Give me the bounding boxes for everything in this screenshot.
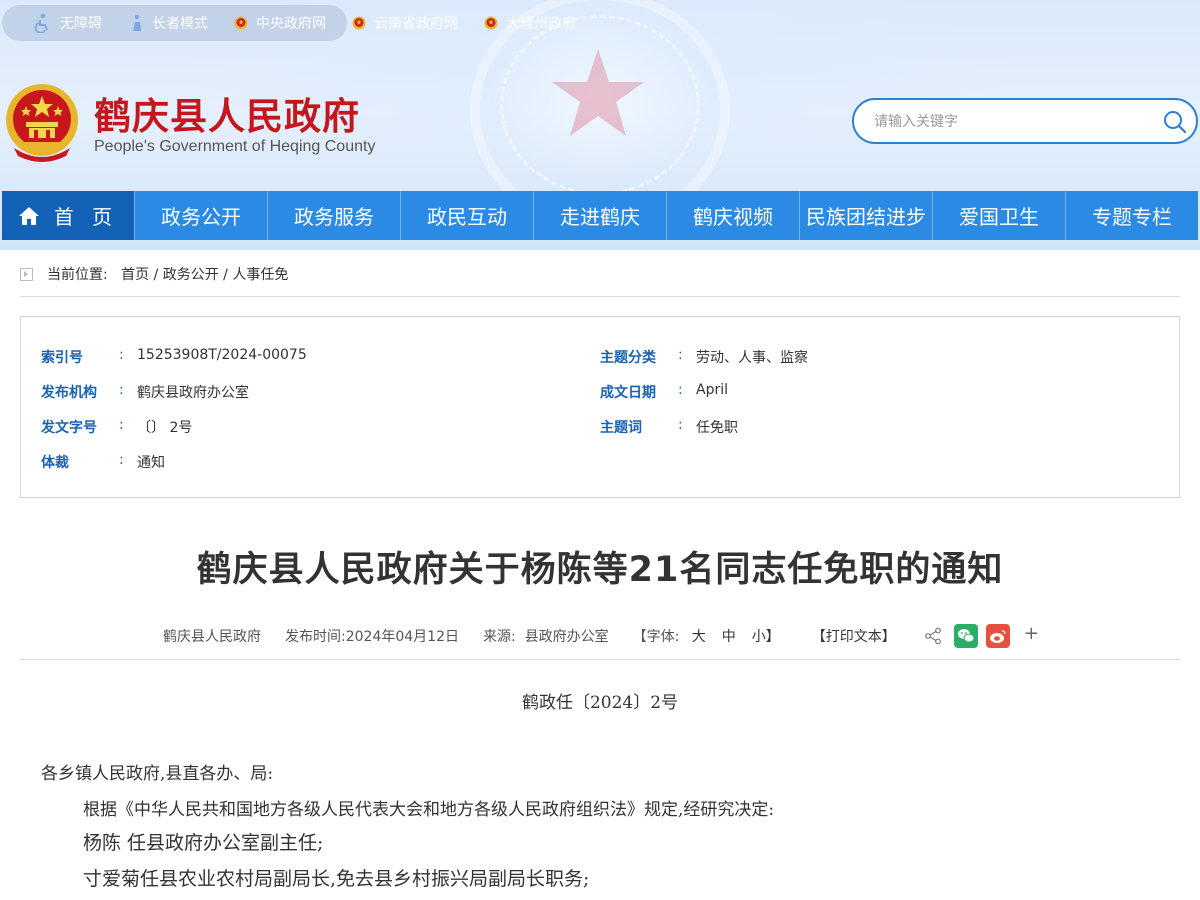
elder-mode-icon <box>133 14 141 31</box>
more-share-button[interactable]: + <box>1024 623 1039 644</box>
accessibility-link[interactable]: 无障碍 <box>34 13 102 33</box>
national-emblem-icon <box>352 16 366 30</box>
article-source: 来源: 县政府办公室 <box>483 626 609 646</box>
meta-colon: : <box>119 452 124 468</box>
yunnan-gov-label: 云南省政府网 <box>374 16 458 32</box>
meta-org-value: 鹤庆县政府办公室 <box>137 385 249 401</box>
print-button[interactable]: 【打印文本】 <box>812 626 896 646</box>
article-intro: 根据《中华人民共和国地方各级人民代表大会和地方各级人民政府组织法》规定,经研究决… <box>83 800 775 820</box>
article-line-1: 杨陈 任县政府办公室副主任; <box>83 832 324 854</box>
elder-mode-label: 长者模式 <box>152 16 208 32</box>
dali-gov-label: 大理州政府 <box>506 16 576 32</box>
background-star-icon <box>552 49 644 136</box>
topbar-links: 无障碍 长者模式 中央政府网 云南省政府网 大理州政府 <box>34 13 602 33</box>
share-icon[interactable] <box>924 627 942 645</box>
meta-genre: 体裁 : 通知 <box>41 452 165 472</box>
weibo-share-button[interactable] <box>985 624 1010 648</box>
search-input[interactable] <box>872 110 1146 134</box>
meta-keyword: 主题词 : 任免职 <box>600 417 738 437</box>
dali-gov-link[interactable]: 大理州政府 <box>484 13 576 33</box>
article-divider <box>20 659 1180 660</box>
site-title: 鹤庆县人民政府 <box>94 94 360 138</box>
article-line-2: 寸爱菊任县农业农村局副局长,免去县乡村振兴局副局长职务; <box>83 868 590 890</box>
weibo-icon <box>989 630 1006 643</box>
meta-date: 成文日期 : April <box>600 382 728 402</box>
central-gov-link[interactable]: 中央政府网 <box>234 13 326 33</box>
article-publisher: 鹤庆县人民政府 <box>163 629 261 645</box>
nav-item-about-heqing[interactable]: 走进鹤庆 <box>533 191 666 240</box>
meta-org-label: 发布机构 <box>41 385 97 401</box>
meta-genre-value: 通知 <box>137 455 165 471</box>
nav-item-patriotic-health[interactable]: 爱国卫生 <box>932 191 1065 240</box>
nav-item-ethnic-unity[interactable]: 民族团结进步 <box>799 191 932 240</box>
search-bar <box>852 98 1198 144</box>
font-size-switcher: 【字体: 大中小】 <box>633 626 788 646</box>
document-meta-box: 索引号 : 15253908T/2024-00075 主题分类 : 劳动、人事、… <box>20 316 1180 498</box>
meta-index-value: 15253908T/2024-00075 <box>137 347 307 363</box>
accessibility-label: 无障碍 <box>60 16 102 32</box>
meta-docno: 发文字号 : 〔〕 2号 <box>41 417 192 437</box>
article-publish-time: 发布时间:2024年04月12日 <box>285 629 459 645</box>
article-source-label: 来源: <box>482 629 516 645</box>
meta-org: 发布机构 : 鹤庆县政府办公室 <box>41 382 249 402</box>
font-size-medium[interactable]: 中 <box>722 629 736 645</box>
elder-mode-link[interactable]: 长者模式 <box>128 13 208 33</box>
nav-home-label: 首 页 <box>53 205 119 229</box>
national-emblem-icon <box>484 16 498 30</box>
breadcrumb-home[interactable]: 首页 <box>121 267 149 283</box>
meta-topic: 主题分类 : 劳动、人事、监察 <box>600 347 808 367</box>
search-icon[interactable] <box>1162 109 1188 135</box>
font-size-label: 【字体: <box>632 629 680 645</box>
meta-genre-label: 体裁 <box>41 455 69 471</box>
national-emblem-logo[interactable] <box>4 82 80 164</box>
nav-item-gov-affairs-open[interactable]: 政务公开 <box>134 191 267 240</box>
nav-item-gov-services[interactable]: 政务服务 <box>267 191 400 240</box>
meta-colon: : <box>678 347 683 363</box>
meta-keyword-label: 主题词 <box>600 420 642 436</box>
breadcrumb-separator: / <box>153 267 159 283</box>
meta-colon: : <box>678 382 683 398</box>
meta-index-label: 索引号 <box>41 350 83 366</box>
meta-colon: : <box>119 417 124 433</box>
meta-colon: : <box>119 382 124 398</box>
article-info-bar: 鹤庆县人民政府 发布时间:2024年04月12日 来源: 县政府办公室 【字体:… <box>163 623 1039 648</box>
site-subtitle: People's Government of Heqing County <box>94 138 376 155</box>
article-salutation: 各乡镇人民政府,县直各办、局: <box>41 764 274 784</box>
nav-home[interactable]: 首 页 <box>2 191 134 240</box>
home-icon <box>18 206 39 225</box>
yunnan-gov-link[interactable]: 云南省政府网 <box>352 13 458 33</box>
meta-docno-label: 发文字号 <box>41 420 97 436</box>
font-size-large[interactable]: 大 <box>692 629 706 645</box>
breadcrumb: 当前位置: 首页 / 政务公开 / 人事任免 <box>20 262 1180 297</box>
breadcrumb-personnel[interactable]: 人事任免 <box>232 267 288 283</box>
breadcrumb-separator: / <box>223 267 228 283</box>
nav-item-interaction[interactable]: 政民互动 <box>400 191 533 240</box>
nav-item-special-topics[interactable]: 专题专栏 <box>1065 191 1198 240</box>
breadcrumb-prefix: 当前位置: <box>47 267 108 283</box>
doc-number: 鹤政任〔2024〕2号 <box>521 693 679 713</box>
nav-item-video[interactable]: 鹤庆视频 <box>666 191 799 240</box>
breadcrumb-gov-open[interactable]: 政务公开 <box>163 267 219 283</box>
meta-topic-value: 劳动、人事、监察 <box>696 350 808 366</box>
breadcrumb-links: 当前位置: 首页 / 政务公开 / 人事任免 <box>47 264 288 284</box>
meta-index: 索引号 : 15253908T/2024-00075 <box>41 347 307 367</box>
accessibility-icon <box>34 13 48 33</box>
national-emblem-icon <box>234 16 248 30</box>
meta-colon: : <box>678 417 683 433</box>
meta-topic-label: 主题分类 <box>600 350 656 366</box>
article-title: 鹤庆县人民政府关于杨陈等21名同志任免职的通知 <box>196 550 1004 590</box>
main-nav: 首 页 政务公开 政务服务 政民互动 走进鹤庆 鹤庆视频 民族团结进步 爱国卫生… <box>2 191 1198 240</box>
meta-date-value: April <box>696 382 728 398</box>
font-size-small[interactable]: 小】 <box>752 629 780 645</box>
breadcrumb-arrow-icon <box>20 267 33 281</box>
wechat-share-button[interactable] <box>953 624 978 648</box>
meta-date-label: 成文日期 <box>600 385 656 401</box>
meta-keyword-value: 任免职 <box>696 420 738 436</box>
article-source-value: 县政府办公室 <box>524 629 609 645</box>
meta-colon: : <box>119 347 124 363</box>
meta-docno-value: 〔〕 2号 <box>137 420 193 436</box>
wechat-icon <box>957 629 975 643</box>
central-gov-label: 中央政府网 <box>256 16 326 32</box>
